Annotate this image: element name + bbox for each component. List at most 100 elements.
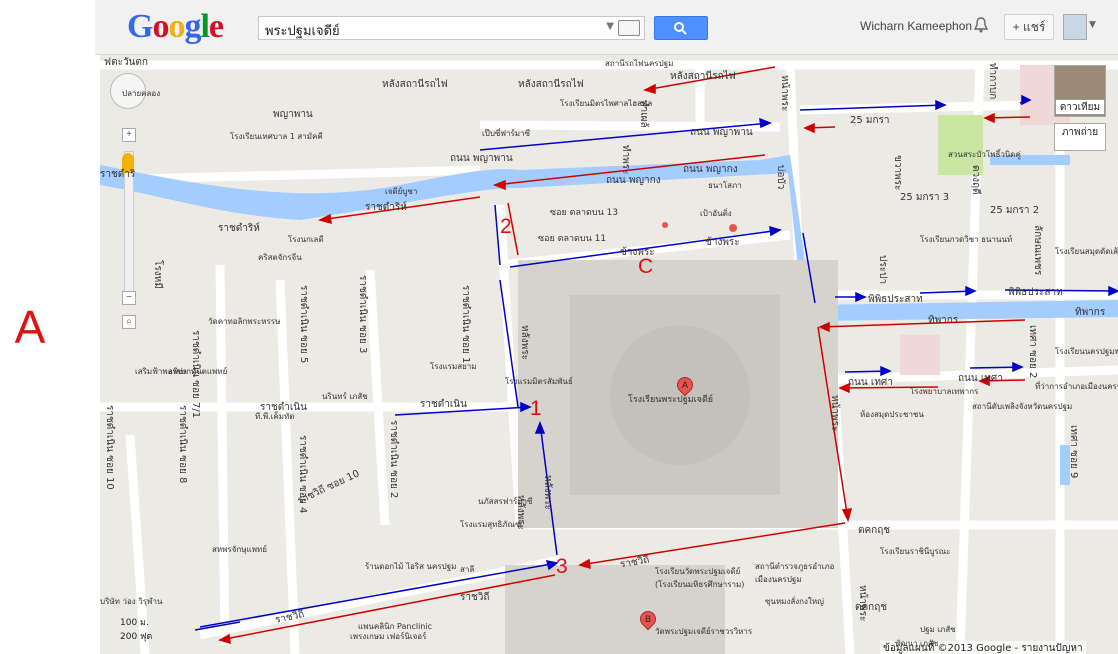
map-label: ทำเผล้: [638, 100, 649, 128]
map-label: ดวงฤดี: [970, 165, 981, 195]
map-label: ราชดำริ: [100, 169, 136, 180]
map-label: โรงเรียนเทศบาล 1 สามัคคี: [230, 132, 323, 141]
map-label: 25 มกรา 2: [990, 205, 1040, 216]
search-value: พระปฐมเจดีย์: [265, 24, 340, 39]
map-label: แพนคลินิก Panclinic: [358, 622, 432, 631]
map-label: โรงหมี: [152, 260, 163, 289]
scale-imperial: 200 ฟุต: [120, 632, 153, 642]
map-scale: 100 ม. 200 ฟุต: [120, 615, 152, 643]
map-label: ธนาโสภา: [708, 181, 742, 190]
map-label: ราชดำเนิน ซอย 3: [357, 275, 368, 354]
logo-letter: e: [208, 8, 224, 45]
account-dropdown-icon[interactable]: ▼: [1089, 20, 1096, 30]
search-input[interactable]: พระปฐมเจดีย์ ▼: [258, 16, 645, 40]
map-label: ราชดำเนิน ซอย 2: [388, 420, 399, 499]
map-label: หน้าพระ: [779, 75, 790, 112]
keyboard-icon[interactable]: [618, 20, 640, 36]
map-label: ราชดำเนิน ซอย 1: [460, 285, 471, 364]
user-name[interactable]: Wicharn Kameephon: [860, 19, 972, 33]
map-label: ถนน เทศา: [958, 373, 1003, 384]
magnify-icon[interactable]: ⌕: [122, 315, 136, 329]
map-label: ทิพากร: [928, 315, 959, 326]
map-label: หลังพระ: [519, 325, 530, 360]
map-label: ข้างพระ: [620, 247, 655, 258]
logo-letter: g: [184, 8, 201, 45]
map-label: หลังพระ: [542, 475, 553, 510]
map-label: พิพิธประสาท: [868, 294, 923, 305]
map-label: ราชดำริห์: [365, 202, 407, 213]
map-label: วัดพระปฐมเจดีย์ราชวรวิหาร: [655, 627, 753, 636]
map-label: ทำพระ: [620, 145, 631, 175]
map-label: หลังสถานีรถไฟ: [518, 79, 584, 90]
map-label: พิพิธประสาท: [1008, 287, 1063, 298]
map-label: โรงเรียนกวดวิชา ธนานนท์: [920, 235, 1013, 244]
map-label: ซอย ตลาดบน 13: [550, 208, 619, 218]
photos-button[interactable]: ภาพถ่าย: [1054, 123, 1106, 151]
top-bar: Google พระปฐมเจดีย์ ▼ Wicharn Kameephon …: [95, 0, 1118, 55]
map-label: นรินทร์ เภสัช: [322, 392, 368, 401]
map-label: ถนน พญาพาน: [450, 153, 513, 164]
share-button[interactable]: + แชร์: [1004, 14, 1054, 40]
map-label: พัฒนา เภสัช: [895, 639, 939, 648]
map-label: หลังสถานีรถไฟ: [382, 79, 448, 90]
search-button[interactable]: [654, 16, 708, 40]
map-label: ที.พี.เค็มทัต: [255, 412, 295, 421]
marker-b-label: B: [644, 614, 651, 624]
map-label: ทำกาบก: [987, 63, 998, 100]
map-label: เทศา ซอย 9: [1068, 425, 1079, 479]
map-label: สถานีดับเพลิงจังหวัดนครปฐม: [972, 402, 1073, 411]
map-label: โรงนกเลดี: [288, 235, 324, 244]
map-label: เป๊บซี่ฟาร์มาซี: [482, 129, 530, 138]
satellite-button[interactable]: ดาวเทียม: [1055, 99, 1105, 115]
side-annotation-letter: A: [14, 301, 46, 353]
search-icon: [674, 22, 687, 35]
map-graphics: [100, 60, 1118, 654]
map-label: ร้านดอกไม้ ไอริส นครปฐม: [365, 562, 457, 571]
map-label: หน้าพระ: [857, 585, 868, 622]
map-label: โรงเรียนราชินีบูรณะ: [880, 547, 951, 556]
map-label: ทิพากร: [1075, 307, 1106, 318]
google-logo[interactable]: Google: [127, 8, 224, 46]
map-label: ฟตะวันตก: [104, 57, 148, 68]
map-label: โรงเรียนพระปฐมเจดีย์: [628, 395, 714, 405]
map-label: ราชดำเนิน: [420, 399, 467, 410]
map-label: ข้างพระ: [705, 237, 740, 248]
map-label: หลังพระ: [515, 495, 526, 530]
route-point-2: 2: [500, 215, 512, 238]
logo-letter: G: [127, 8, 153, 45]
route-point-1: 1: [530, 397, 542, 420]
map-label: สวนสระบัวโพธิ์วนิดคู่: [948, 150, 1021, 159]
zoom-out-button[interactable]: −: [122, 291, 136, 305]
map-label: เจดีย์บูชา: [385, 187, 418, 196]
map-canvas[interactable]: + − ⌕ ดาวเทียม ภาพถ่าย 100 ม. 200 ฟุต ข้อ…: [100, 55, 1118, 654]
map-label: ที่ว่าการอำเภอเมืองนครปฐม: [1035, 382, 1118, 391]
search-dropdown-icon[interactable]: ▼: [606, 21, 614, 32]
map-label: ราชวิถี: [460, 592, 490, 603]
map-label: ราชดำริห์: [218, 223, 260, 234]
map-label: ห้องสมุดประชาชน: [860, 410, 924, 419]
map-label: ซุนหมงลั่งกงใหญ่: [765, 597, 824, 606]
map-label: 25 มกรา: [850, 115, 890, 126]
logo-letter: o: [168, 8, 185, 45]
map-label: เป้าอันติ่ง: [700, 209, 732, 218]
map-label: สถานีตำรวจภูธรอำเภอเมืองนครปฐม: [755, 562, 835, 584]
map-label: โรงแรมมิตรสัมพันธ์: [505, 377, 573, 386]
marker-a-label: A: [681, 380, 688, 390]
map-label: ปฐม เภสัช: [920, 625, 956, 634]
map-label: ลักษณเพชร: [1032, 225, 1043, 276]
notification-bell-icon[interactable]: [973, 16, 989, 34]
map-label: บริษัท ว่อง วิรุฬ่าน: [100, 597, 163, 606]
map-label: ถนน พญาพาน: [690, 127, 753, 138]
map-label: ถนน พญากง: [606, 175, 661, 186]
map-label: หน้าพระ: [829, 395, 840, 432]
map-label: โรงพยาบาลเทพากร: [910, 387, 979, 396]
map-label: หลังสถานีรถไฟ: [670, 71, 736, 82]
avatar[interactable]: [1063, 14, 1087, 40]
map-label: เทศา ซอย 2: [1027, 325, 1038, 379]
map-label: คริสตจักรจีน: [258, 253, 302, 262]
map-label: ซอย ตลาดบน 11: [538, 234, 607, 244]
map-label: ขวาพระ: [892, 155, 903, 191]
map-label: สหพรจักษุแพทย์: [212, 545, 267, 554]
zoom-in-button[interactable]: +: [122, 128, 136, 142]
map-label: ราชดำเนิน ซอย 7/1: [190, 330, 201, 419]
